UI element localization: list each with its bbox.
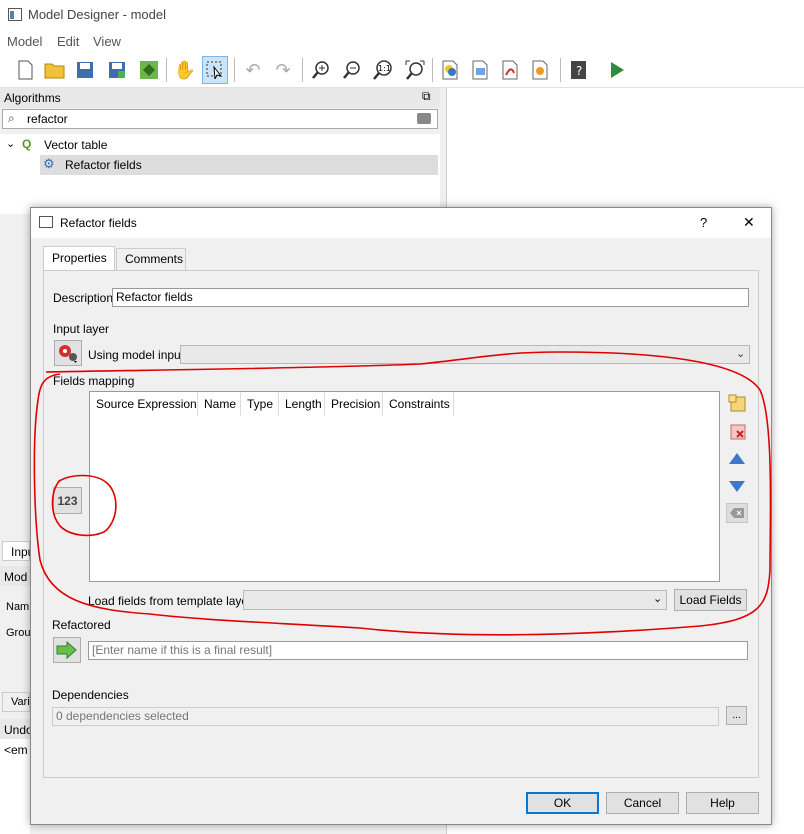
float-panel-icon[interactable]: ⧉ (422, 89, 431, 104)
export-pdf-icon[interactable] (498, 56, 524, 84)
algorithm-search[interactable]: ⌕ refactor (2, 109, 438, 129)
inputs-tab-stub[interactable]: Inpu (2, 541, 34, 561)
undo-icon[interactable]: ↶ (240, 56, 266, 84)
tree-group-vector-table[interactable]: Vector table (44, 138, 107, 152)
zoom-in-icon[interactable] (308, 56, 334, 84)
tree-item-refactor-fields[interactable]: ⚙ Refactor fields (40, 155, 438, 175)
new-model-icon[interactable] (12, 56, 38, 84)
undo-history-header-stub: Undo (0, 719, 33, 739)
description-input[interactable]: Refactor fields (112, 288, 749, 307)
variables-tab-stub[interactable]: Vari (2, 692, 30, 712)
name-label-stub: Nam (6, 601, 30, 613)
svg-text:?: ? (576, 64, 582, 78)
help-question-icon[interactable]: ? (700, 215, 707, 230)
input-layer-combo[interactable]: ⌄ (180, 345, 750, 364)
run-model-icon[interactable] (604, 56, 630, 84)
search-icon: ⌕ (8, 111, 15, 125)
qgis-logo-icon: Q (22, 137, 32, 151)
model-input-selector-button[interactable] (54, 340, 82, 366)
ok-button[interactable]: OK (526, 792, 599, 814)
window-title: Model Designer - model (28, 7, 167, 22)
dependencies-label: Dependencies (52, 688, 129, 702)
add-field-icon[interactable] (726, 393, 748, 413)
pan-hand-icon[interactable]: ✋ (172, 56, 198, 84)
refactor-fields-dialog: Refactor fields ? ✕ Properties Comments … (30, 207, 772, 825)
zoom-out-icon[interactable] (339, 56, 365, 84)
column-precision[interactable]: Precision (325, 392, 383, 416)
gear-icon: ⚙ (43, 156, 55, 171)
chevron-down-icon: ⌄ (653, 593, 663, 605)
undo-list-stub: <em (0, 739, 30, 834)
save-as-icon[interactable] (104, 56, 130, 84)
edit-help-icon[interactable]: ? (566, 56, 592, 84)
menu-model[interactable]: Model (7, 34, 42, 49)
column-source-expression[interactable]: Source Expression (90, 392, 198, 416)
dependencies-field: 0 dependencies selected (52, 707, 719, 726)
window-titlebar: Model Designer - model (0, 0, 804, 30)
menu-bar: Model Edit View (0, 30, 804, 52)
algorithms-title: Algorithms (4, 91, 61, 105)
fields-mapping-table[interactable]: Source Expression Name Type Length Preci… (89, 391, 720, 582)
column-type[interactable]: Type (241, 392, 279, 416)
export-svg-icon[interactable] (528, 56, 554, 84)
chevron-down-icon: ⌄ (736, 348, 746, 360)
tab-comments[interactable]: Comments (116, 248, 186, 270)
refactored-label: Refactored (52, 618, 111, 632)
load-fields-button[interactable]: Load Fields (674, 589, 747, 611)
help-button[interactable]: Help (686, 792, 759, 814)
column-name[interactable]: Name (198, 392, 241, 416)
dialog-titlebar: Refactor fields ? ✕ (31, 208, 771, 238)
using-model-input-label: Using model input (88, 348, 185, 362)
description-label: Description (53, 291, 114, 305)
export-image-icon[interactable] (468, 56, 494, 84)
fields-mapping-label: Fields mapping (53, 374, 135, 388)
dialog-window-icon (39, 216, 53, 228)
load-fields-label: Load fields from template layer (88, 594, 253, 608)
tree-item-label: Refactor fields (65, 158, 142, 172)
save-model-icon[interactable] (72, 56, 98, 84)
algorithms-header: Algorithms ⧉ (0, 88, 440, 108)
model-properties-header-stub: Mod (0, 566, 30, 586)
redo-icon[interactable]: ↷ (270, 56, 296, 84)
menu-view[interactable]: View (93, 34, 121, 49)
refactored-output-input[interactable]: [Enter name if this is a final result] (88, 641, 748, 660)
cancel-button[interactable]: Cancel (606, 792, 679, 814)
reset-fields-icon[interactable] (726, 503, 748, 523)
svg-text:1:1: 1:1 (378, 64, 391, 73)
mode-123-icon: 123 (57, 493, 78, 508)
export-python-icon[interactable] (438, 56, 464, 84)
gears-icon (59, 345, 77, 363)
column-constraints[interactable]: Constraints (383, 392, 454, 416)
app-window-icon (8, 8, 22, 21)
tab-properties[interactable]: Properties (43, 246, 115, 271)
mapping-mode-button[interactable]: 123 (53, 487, 82, 514)
delete-field-icon[interactable] (726, 421, 748, 441)
dependencies-browse-button[interactable]: ... (726, 706, 747, 725)
undo-empty-stub: <em (4, 743, 28, 757)
zoom-full-icon[interactable] (402, 56, 428, 84)
arrow-right-icon (56, 640, 77, 660)
output-selector-button[interactable] (53, 637, 81, 663)
template-layer-combo[interactable]: ⌄ (243, 590, 667, 610)
save-in-project-icon[interactable] (136, 56, 162, 84)
move-up-icon[interactable] (726, 448, 748, 468)
open-model-icon[interactable] (42, 56, 68, 84)
column-length[interactable]: Length (279, 392, 325, 416)
algorithm-tree: ⌄ Q Vector table ⚙ Refactor fields (0, 134, 440, 214)
close-icon[interactable]: ✕ (743, 214, 755, 231)
main-toolbar: ✋ ↶ ↷ 1:1 ? (0, 52, 804, 88)
move-down-icon[interactable] (726, 476, 748, 496)
input-layer-label: Input layer (53, 322, 110, 336)
chevron-down-icon[interactable]: ⌄ (6, 137, 15, 150)
group-label-stub: Grou (6, 627, 31, 639)
algorithm-search-input[interactable]: refactor (27, 112, 68, 126)
select-icon[interactable] (202, 56, 228, 84)
menu-edit[interactable]: Edit (57, 34, 79, 49)
zoom-actual-icon[interactable]: 1:1 (370, 56, 396, 84)
clear-search-icon[interactable] (417, 113, 431, 124)
dialog-title: Refactor fields (60, 216, 137, 230)
